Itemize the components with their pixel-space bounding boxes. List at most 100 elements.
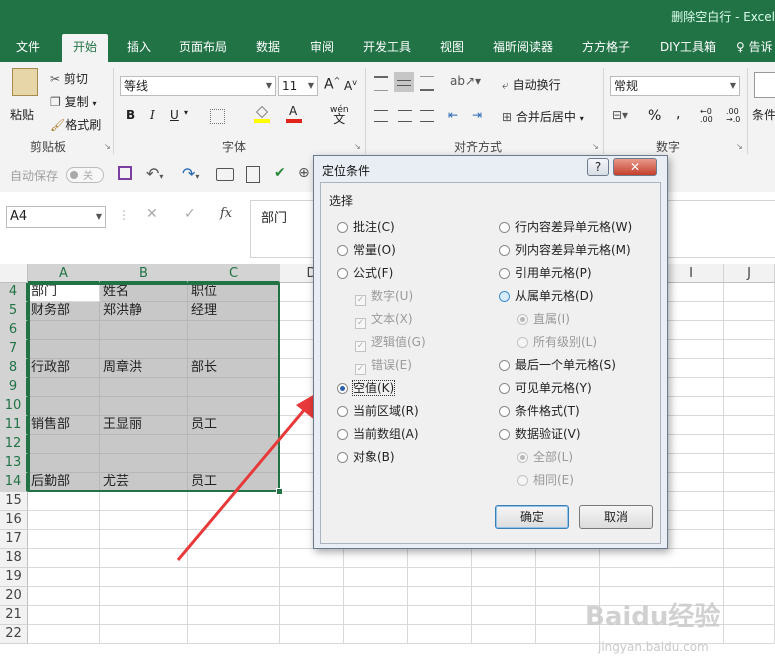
option-right_options-9[interactable]: 数据验证(V) xyxy=(499,427,581,441)
tab-tell-me[interactable]: ♀ 告诉 xyxy=(736,34,775,62)
decrease-indent-icon[interactable]: ⇤ xyxy=(448,108,458,122)
grid-cell[interactable] xyxy=(724,340,775,359)
grid-cell[interactable] xyxy=(600,549,724,568)
decrease-decimal-icon[interactable]: .00 →.0 xyxy=(726,108,740,124)
grid-cell[interactable] xyxy=(188,340,280,359)
shrink-font-button[interactable]: Av xyxy=(344,78,357,93)
column-header[interactable]: B xyxy=(100,264,188,283)
bold-button[interactable]: B xyxy=(126,108,135,122)
option-right_options-1[interactable]: 列内容差异单元格(M) xyxy=(499,243,631,257)
grid-cell[interactable] xyxy=(344,568,408,587)
grid-cell[interactable] xyxy=(472,568,536,587)
row-header[interactable]: 7 xyxy=(0,340,28,359)
align-right-icon[interactable] xyxy=(420,110,434,122)
row-header[interactable]: 11 xyxy=(0,416,28,435)
paste-button[interactable]: 粘贴 xyxy=(10,106,34,123)
row-header[interactable]: 13 xyxy=(0,454,28,473)
grid-cell[interactable] xyxy=(188,321,280,340)
grid-cell[interactable] xyxy=(536,549,600,568)
grid-cell[interactable] xyxy=(724,435,775,454)
option-right_options-3[interactable]: 从属单元格(D) xyxy=(499,289,594,303)
grid-cell[interactable]: 部长 xyxy=(188,359,280,378)
column-header[interactable]: C xyxy=(188,264,280,283)
option-left_options-8[interactable]: 当前区域(R) xyxy=(337,404,419,418)
grid-cell[interactable] xyxy=(28,625,100,644)
row-header[interactable]: 18 xyxy=(0,549,28,568)
close-button[interactable]: ✕ xyxy=(613,158,657,176)
grid-cell[interactable] xyxy=(344,549,408,568)
option-right_options-7[interactable]: 可见单元格(Y) xyxy=(499,381,592,395)
tab-data[interactable]: 数据 xyxy=(246,34,290,62)
font-size-select[interactable]: 11 ▼ xyxy=(278,76,318,96)
grid-cell[interactable] xyxy=(28,397,100,416)
tab-insert[interactable]: 插入 xyxy=(118,34,160,62)
font-color-icon[interactable]: A xyxy=(286,104,302,123)
grid-cell[interactable] xyxy=(100,340,188,359)
tab-page-layout[interactable]: 页面布局 xyxy=(172,34,234,62)
phonetic-button[interactable]: wén 文 xyxy=(330,106,349,126)
grid-cell[interactable] xyxy=(28,587,100,606)
confirm-formula-icon[interactable]: ✓ xyxy=(184,206,196,222)
grid-cell[interactable] xyxy=(600,568,724,587)
grid-cell[interactable] xyxy=(724,473,775,492)
grid-cell[interactable] xyxy=(344,587,408,606)
grid-cell[interactable] xyxy=(28,378,100,397)
align-left-icon[interactable] xyxy=(374,110,388,122)
tab-developer[interactable]: 开发工具 xyxy=(352,34,422,62)
clipboard-launcher-icon[interactable]: ↘ xyxy=(104,142,111,151)
select-all-corner[interactable] xyxy=(0,264,28,283)
print-preview-icon[interactable] xyxy=(246,166,260,183)
row-header[interactable]: 15 xyxy=(0,492,28,511)
grid-cell[interactable] xyxy=(28,321,100,340)
grid-cell[interactable] xyxy=(28,492,100,511)
grid-cell[interactable] xyxy=(724,302,775,321)
grid-cell[interactable] xyxy=(472,587,536,606)
grid-cell[interactable]: 郑洪静 xyxy=(100,302,188,321)
row-header[interactable]: 5 xyxy=(0,302,28,321)
option-left_options-1[interactable]: 常量(O) xyxy=(337,243,396,257)
row-header[interactable]: 17 xyxy=(0,530,28,549)
grid-cell[interactable] xyxy=(724,587,775,606)
tab-fangfang[interactable]: 方方格子 xyxy=(572,34,640,62)
grid-cell[interactable] xyxy=(100,587,188,606)
grid-cell[interactable] xyxy=(344,625,408,644)
option-right_options-8[interactable]: 条件格式(T) xyxy=(499,404,580,418)
row-header[interactable]: 19 xyxy=(0,568,28,587)
row-header[interactable]: 9 xyxy=(0,378,28,397)
column-header[interactable]: J xyxy=(724,264,775,283)
help-button[interactable]: ? xyxy=(587,158,609,176)
underline-dropdown-icon[interactable]: ▾ xyxy=(184,108,188,117)
grid-cell[interactable] xyxy=(280,625,344,644)
align-bottom-icon[interactable] xyxy=(420,76,434,91)
grid-cell[interactable] xyxy=(724,530,775,549)
camera-icon[interactable] xyxy=(216,168,234,181)
grid-cell[interactable] xyxy=(408,568,472,587)
row-header[interactable]: 22 xyxy=(0,625,28,644)
cut-button[interactable]: ✂ 剪切 xyxy=(50,70,88,87)
redo-icon[interactable]: ↷▾ xyxy=(182,164,199,183)
underline-button[interactable]: U xyxy=(170,108,179,122)
spellcheck-icon[interactable]: ✔ xyxy=(274,165,286,181)
grid-cell[interactable] xyxy=(408,587,472,606)
grid-cell[interactable] xyxy=(280,606,344,625)
font-name-select[interactable]: 等线 ▼ xyxy=(120,76,276,96)
option-left_options-7[interactable]: 空值(K) xyxy=(337,380,396,396)
alignment-launcher-icon[interactable]: ↘ xyxy=(592,142,599,151)
grow-font-button[interactable]: A^ xyxy=(324,76,340,93)
borders-icon[interactable] xyxy=(210,109,225,124)
tab-view[interactable]: 视图 xyxy=(430,34,474,62)
option-left_options-9[interactable]: 当前数组(A) xyxy=(337,427,419,441)
row-header[interactable]: 12 xyxy=(0,435,28,454)
insert-function-button[interactable]: fx xyxy=(220,206,232,221)
paste-icon[interactable] xyxy=(12,68,38,96)
grid-cell[interactable] xyxy=(724,568,775,587)
row-header[interactable]: 20 xyxy=(0,587,28,606)
grid-cell[interactable] xyxy=(28,568,100,587)
grid-cell[interactable] xyxy=(188,568,280,587)
increase-decimal-icon[interactable]: ←0.00 xyxy=(700,108,713,124)
grid-cell[interactable] xyxy=(100,625,188,644)
comma-button[interactable]: , xyxy=(676,106,680,122)
row-header[interactable]: 14 xyxy=(0,473,28,492)
format-painter-button[interactable]: 🖌格式刷 xyxy=(50,116,101,133)
tab-review[interactable]: 审阅 xyxy=(300,34,344,62)
